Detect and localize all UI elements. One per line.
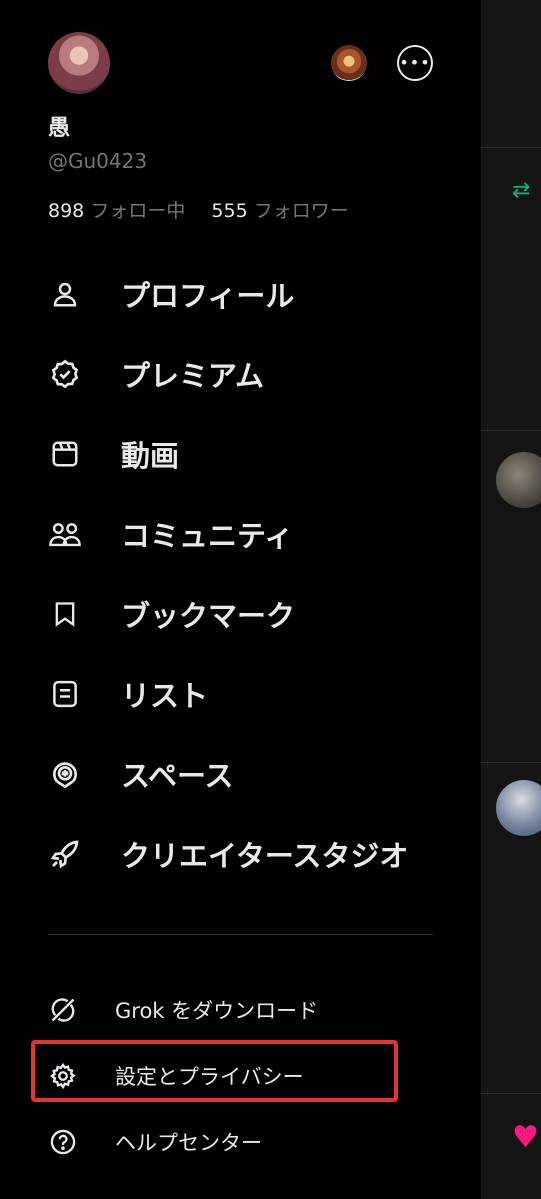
menu-label: 動画: [121, 439, 180, 473]
menu-label: リスト: [121, 679, 209, 713]
grok-icon: [48, 995, 78, 1025]
highlight-box: [31, 1040, 398, 1102]
menu-item-creator-studio[interactable]: クリエイタースタジオ: [0, 814, 481, 894]
timeline-divider: [481, 430, 541, 431]
menu-item-help-center[interactable]: ヘルプセンター: [0, 1112, 481, 1172]
timeline-divider: [481, 1093, 541, 1094]
more-dots-icon: •••: [399, 53, 431, 72]
person-icon: [48, 277, 82, 311]
menu-label: Grok をダウンロード: [115, 999, 319, 1023]
communities-icon: [48, 517, 82, 551]
timeline-avatar[interactable]: [496, 780, 541, 836]
menu-label: コミュニティ: [121, 519, 294, 553]
menu-item-video[interactable]: 動画: [0, 414, 481, 494]
following-count: 898: [48, 200, 85, 222]
background-timeline: ⇄: [481, 0, 541, 1199]
bookmark-icon: [48, 597, 82, 631]
menu-label: プロフィール: [121, 279, 295, 313]
followers-link[interactable]: 555 フォロワー: [211, 200, 348, 222]
menu-item-spaces[interactable]: スペース: [0, 734, 481, 814]
side-drawer: ••• 愚 @Gu0423 898 フォロー中 555 フォロワー プロフィール…: [0, 0, 481, 1199]
menu-item-lists[interactable]: リスト: [0, 654, 481, 734]
menu-item-bookmarks[interactable]: ブックマーク: [0, 574, 481, 654]
menu-label: クリエイタースタジオ: [121, 839, 409, 873]
follow-stats: 898 フォロー中 555 フォロワー: [48, 196, 349, 223]
timeline-divider: [481, 147, 541, 148]
menu-label: プレミアム: [121, 359, 264, 393]
help-icon: [48, 1127, 78, 1157]
menu-label: スペース: [121, 759, 234, 793]
followers-count: 555: [211, 200, 248, 222]
video-icon: [48, 437, 82, 471]
menu-divider: [48, 934, 433, 935]
profile-handle[interactable]: @Gu0423: [48, 149, 147, 173]
list-icon: [48, 677, 82, 711]
menu-item-download-grok[interactable]: Grok をダウンロード: [0, 980, 481, 1040]
menu-item-profile[interactable]: プロフィール: [0, 254, 481, 334]
profile-name[interactable]: 愚: [48, 110, 70, 142]
switch-account-avatar[interactable]: [331, 45, 367, 81]
following-link[interactable]: 898 フォロー中: [48, 200, 191, 222]
spaces-icon: [48, 757, 82, 791]
rocket-icon: [48, 837, 82, 871]
menu-item-communities[interactable]: コミュニティ: [0, 494, 481, 574]
menu-label: ヘルプセンター: [115, 1131, 262, 1155]
more-accounts-button[interactable]: •••: [397, 45, 433, 81]
followers-label: フォロワー: [253, 200, 349, 222]
like-icon[interactable]: ♥: [512, 1120, 539, 1155]
timeline-avatar[interactable]: [496, 452, 541, 508]
timeline-divider: [481, 762, 541, 763]
verified-badge-icon: [48, 357, 82, 391]
menu-item-premium[interactable]: プレミアム: [0, 334, 481, 414]
retweet-icon: ⇄: [512, 178, 531, 203]
menu-label: ブックマーク: [121, 599, 296, 633]
following-label: フォロー中: [90, 200, 186, 222]
profile-avatar[interactable]: [48, 32, 110, 94]
